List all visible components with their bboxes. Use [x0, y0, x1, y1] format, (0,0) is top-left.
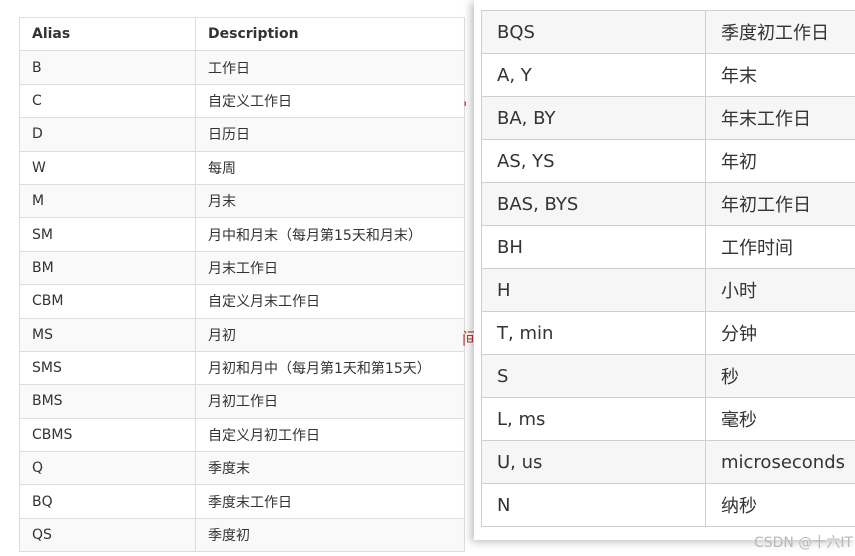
- table-row: SM 月中和月末（每月第15天和月末）: [19, 217, 465, 252]
- alias-cell: B: [19, 50, 196, 85]
- table-row: BMS 月初工作日: [19, 384, 465, 419]
- description-cell: 月初和月中（每月第1天和第15天）: [195, 350, 465, 386]
- table-row: CBMS 自定义月初工作日: [19, 417, 465, 453]
- alias-cell: SM: [19, 217, 196, 252]
- alias-table: Alias Description B 工作日 C 自定义工作日 D 日历日 W 每周 M 月末 S…: [19, 16, 465, 553]
- table-row: H 小时: [481, 268, 855, 312]
- table-row: QS 季度初: [19, 517, 465, 553]
- alias-cell: U, us: [481, 440, 706, 484]
- description-cell: 自定义工作日: [195, 83, 465, 119]
- csdn-watermark: CSDN @十六IT: [753, 535, 853, 551]
- description-cell: 季度末工作日: [195, 484, 465, 519]
- description-cell: 季度初: [195, 517, 465, 553]
- alias-table-panel: Alias Description B 工作日 C 自定义工作日 D 日历日 W 每周 M 月末 S…: [0, 0, 465, 556]
- table-row: W 每周: [19, 150, 465, 185]
- table-row: BQ 季度末工作日: [19, 484, 465, 519]
- table-row: B 工作日: [19, 50, 465, 85]
- description-cell: 毫秒: [705, 397, 855, 441]
- table-row: BM 月末工作日: [19, 250, 465, 286]
- alias-column-header: Alias: [19, 16, 196, 52]
- table-row: SMS 月初和月中（每月第1天和第15天）: [19, 350, 465, 386]
- table-row: Q 季度末: [19, 451, 465, 486]
- alias-cell: BMS: [19, 384, 196, 419]
- alias-cell: CBMS: [19, 417, 196, 453]
- alias-cell: S: [481, 354, 706, 398]
- alias-cell: BQS: [481, 10, 706, 54]
- description-cell: 自定义月末工作日: [195, 284, 465, 319]
- table-row: BA, BY 年末工作日: [481, 96, 855, 140]
- description-cell: 自定义月初工作日: [195, 417, 465, 453]
- description-cell: 年初: [705, 139, 855, 183]
- alias-cell: MS: [19, 317, 196, 352]
- table-row: BQS 季度初工作日: [481, 10, 855, 54]
- alias-cell: N: [481, 483, 706, 527]
- description-cell: 小时: [705, 268, 855, 312]
- alias-cell: T, min: [481, 311, 706, 355]
- table-row: D 日历日: [19, 117, 465, 152]
- table-row: BH 工作时间: [481, 225, 855, 269]
- table-row: BAS, BYS 年初工作日: [481, 182, 855, 226]
- table-row: A, Y 年末: [481, 53, 855, 97]
- description-cell: 秒: [705, 354, 855, 398]
- background-text-fragment: ': [463, 98, 468, 117]
- table-row: CBM 自定义月末工作日: [19, 284, 465, 319]
- alias-cell: BM: [19, 250, 196, 286]
- table-row: MS 月初: [19, 317, 465, 352]
- description-cell: 季度末: [195, 451, 465, 486]
- alias-cell: QS: [19, 517, 196, 553]
- alias-cell: H: [481, 268, 706, 312]
- alias-cell: Q: [19, 451, 196, 486]
- description-cell: 工作时间: [705, 225, 855, 269]
- alias-cell: D: [19, 117, 196, 152]
- alias-cell: L, ms: [481, 397, 706, 441]
- alias-cell: C: [19, 83, 196, 119]
- table-row: L, ms 毫秒: [481, 397, 855, 441]
- table-row: S秒: [481, 354, 855, 398]
- description-cell: 月初: [195, 317, 465, 352]
- table-header-row: Alias Description: [19, 16, 465, 52]
- description-cell: 日历日: [195, 117, 465, 152]
- description-cell: 每周: [195, 150, 465, 185]
- table-row: T, min 分钟: [481, 311, 855, 355]
- alias-cell: AS, YS: [481, 139, 706, 183]
- description-cell: 分钟: [705, 311, 855, 355]
- alias-cell: SMS: [19, 350, 196, 386]
- description-cell: 纳秒: [705, 483, 855, 527]
- description-cell: 月初工作日: [195, 384, 465, 419]
- description-cell: microseconds: [705, 440, 855, 484]
- table-row: U, us microseconds: [481, 440, 855, 484]
- description-cell: 年末工作日: [705, 96, 855, 140]
- description-cell: 月末工作日: [195, 250, 465, 286]
- description-cell: 月末: [195, 183, 465, 219]
- alias-cell: W: [19, 150, 196, 185]
- alias-cell: BQ: [19, 484, 196, 519]
- alias-cell: M: [19, 183, 196, 219]
- frequency-alias-table: BQS 季度初工作日 A, Y 年末 BA, BY 年末工作日 AS, YS 年初 BAS, B…: [481, 10, 855, 527]
- table-row: N 纳秒: [481, 483, 855, 527]
- description-cell: 工作日: [195, 50, 465, 85]
- alias-cell: A, Y: [481, 53, 706, 97]
- table-row: M 月末: [19, 183, 465, 219]
- alias-cell: BH: [481, 225, 706, 269]
- description-column-header: Description: [195, 16, 465, 52]
- table-row: C 自定义工作日: [19, 83, 465, 119]
- table-row: AS, YS 年初: [481, 139, 855, 183]
- alias-cell: BAS, BYS: [481, 182, 706, 226]
- description-cell: 年末: [705, 53, 855, 97]
- description-cell: 季度初工作日: [705, 10, 855, 54]
- frequency-alias-screenshot: BQS 季度初工作日 A, Y 年末 BA, BY 年末工作日 AS, YS 年初 BAS, B…: [474, 0, 855, 540]
- alias-cell: BA, BY: [481, 96, 706, 140]
- description-cell: 年初工作日: [705, 182, 855, 226]
- description-cell: 月中和月末（每月第15天和月末）: [195, 217, 465, 252]
- alias-cell: CBM: [19, 284, 196, 319]
